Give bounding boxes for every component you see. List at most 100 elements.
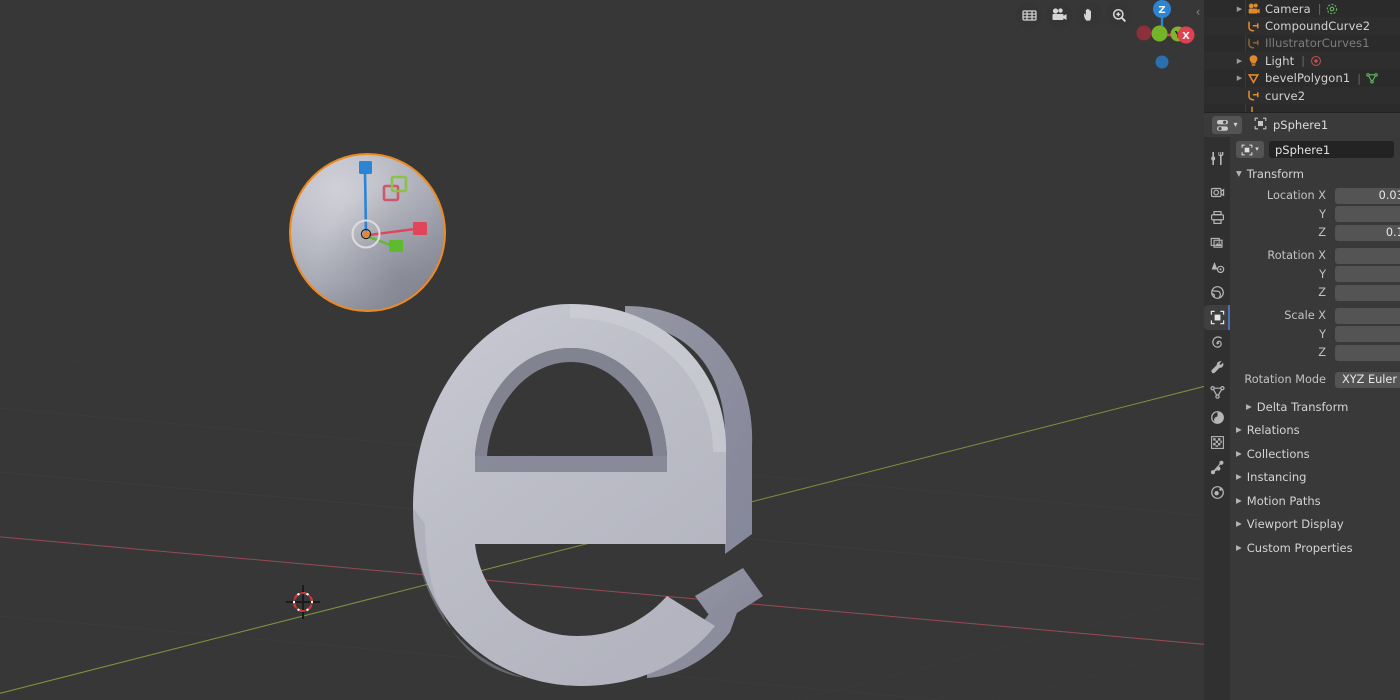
rotation-value-input[interactable]: 0 bbox=[1335, 284, 1400, 301]
letter-e-object[interactable] bbox=[395, 296, 765, 696]
panel-label-delta-transform: Delta Transform bbox=[1256, 399, 1349, 414]
light-icon bbox=[1245, 54, 1261, 67]
triangle-down-icon: ▼ bbox=[1236, 168, 1242, 178]
mesh-data-icon[interactable] bbox=[1366, 72, 1378, 84]
panel-header-viewport-display[interactable]: ▶ Viewport Display bbox=[1230, 515, 1400, 534]
object-name-input[interactable]: pSphere1 bbox=[1269, 141, 1394, 158]
outliner-row[interactable]: IllustratorCurves1 bbox=[1204, 35, 1400, 52]
panel-label-transform: Transform bbox=[1246, 166, 1304, 181]
outliner-separator: | bbox=[1317, 2, 1322, 16]
toggle-xray-icon[interactable] bbox=[1016, 2, 1042, 28]
outliner-row[interactable]: ▶ Camera | bbox=[1204, 0, 1400, 17]
physics-mesh-tab[interactable] bbox=[1204, 380, 1230, 405]
expand-triangle-icon[interactable]: ▶ bbox=[1234, 5, 1245, 13]
location-value-input[interactable]: 0.16 bbox=[1335, 224, 1400, 241]
scale-value-input[interactable]: 0. bbox=[1335, 307, 1400, 324]
data-nodes-tab[interactable] bbox=[1204, 455, 1230, 480]
scale-row[interactable]: Scale X 0. bbox=[1230, 307, 1400, 324]
panel-header-motion-paths[interactable]: ▶ Motion Paths bbox=[1230, 491, 1400, 510]
mesh-tri-icon bbox=[1245, 72, 1261, 85]
curve-icon bbox=[1245, 37, 1261, 50]
physics-orbit-tab[interactable] bbox=[1204, 480, 1230, 505]
texture-checker-tab[interactable] bbox=[1204, 430, 1230, 455]
rotation-row[interactable]: Z0 bbox=[1230, 284, 1400, 301]
tool-tab[interactable] bbox=[1204, 146, 1230, 171]
location-row[interactable]: Z 0.16 bbox=[1230, 224, 1400, 241]
output-printer-tab[interactable] bbox=[1204, 205, 1230, 230]
expand-triangle-icon[interactable]: ▶ bbox=[1234, 57, 1245, 65]
object-properties-tab[interactable] bbox=[1204, 305, 1230, 330]
scale-label: Scale X bbox=[1284, 309, 1326, 322]
location-label: Location X bbox=[1266, 189, 1326, 202]
rotation-value-input[interactable]: - bbox=[1335, 266, 1400, 282]
panel-header-delta-transform[interactable]: ▶ Delta Transform bbox=[1230, 397, 1400, 416]
cursor-ring-red bbox=[288, 587, 318, 617]
expand-triangle-icon[interactable]: ▶ bbox=[1234, 74, 1245, 82]
outliner-row[interactable]: CompoundCurve2 bbox=[1204, 17, 1400, 35]
rotation-mode-row[interactable]: Rotation Mode XYZ Euler bbox=[1230, 371, 1400, 388]
panel-header-instancing[interactable]: ▶ Instancing bbox=[1230, 468, 1400, 487]
rotation-label: Z bbox=[1318, 286, 1326, 299]
scene-tab[interactable] bbox=[1204, 255, 1230, 280]
outliner-row[interactable]: curve2 bbox=[1204, 86, 1400, 105]
material-tab[interactable] bbox=[1204, 405, 1230, 430]
location-row[interactable]: Location X 0.038 bbox=[1230, 187, 1400, 204]
panel-header-custom-properties[interactable]: ▶ Custom Properties bbox=[1230, 538, 1400, 557]
svg-text:X: X bbox=[1182, 31, 1190, 42]
properties-editor-icon[interactable]: ▾ bbox=[1212, 116, 1242, 134]
location-label: Y bbox=[1319, 207, 1326, 221]
pan-view-icon[interactable] bbox=[1076, 2, 1102, 28]
outliner-item-label: CompoundCurve2 bbox=[1265, 19, 1371, 34]
scale-row[interactable]: Z 0. bbox=[1230, 344, 1400, 361]
location-value-input[interactable]: 0 bbox=[1335, 206, 1400, 222]
svg-text:Z: Z bbox=[1158, 5, 1165, 16]
light-data-icon[interactable] bbox=[1310, 55, 1322, 67]
rotation-mode-label: Rotation Mode bbox=[1244, 373, 1326, 386]
outliner-editor[interactable]: ▶ Camera | CompoundCurve2 IllustratorCurves1… bbox=[1204, 0, 1400, 112]
camera-data-icon[interactable] bbox=[1326, 3, 1338, 15]
modifiers-tab[interactable] bbox=[1204, 330, 1230, 355]
navigation-gizmo[interactable]: Y Z X bbox=[1122, 0, 1196, 80]
outliner-item-label: Camera bbox=[1265, 1, 1311, 16]
nav-ball-neg-x bbox=[1151, 25, 1168, 42]
properties-editor-body[interactable]: ▾ pSphere1 ▼ Transform Location X0.038Y0… bbox=[1230, 137, 1400, 700]
location-value-input[interactable]: 0.038 bbox=[1335, 187, 1400, 204]
view-layer-images-tab[interactable] bbox=[1204, 230, 1230, 255]
world-globe-tab[interactable] bbox=[1204, 280, 1230, 305]
outliner-item-label: IllustratorCurves1 bbox=[1265, 36, 1370, 51]
right-panel-column: ▶ Camera | CompoundCurve2 IllustratorCurves1… bbox=[1204, 0, 1400, 700]
camera-view-icon[interactable] bbox=[1046, 2, 1072, 28]
scale-value-input[interactable]: 0. bbox=[1335, 344, 1400, 361]
panel-label-viewport-display: Viewport Display bbox=[1246, 517, 1344, 531]
object-icon[interactable]: ▾ bbox=[1236, 141, 1264, 158]
properties-tab-column[interactable] bbox=[1204, 137, 1230, 700]
curve-icon bbox=[1245, 20, 1261, 33]
rotation-row[interactable]: Y- bbox=[1230, 266, 1400, 283]
scale-value-input[interactable]: 0. bbox=[1335, 326, 1400, 342]
scale-row[interactable]: Y 0. bbox=[1230, 326, 1400, 343]
rotation-row[interactable]: Rotation X 9 bbox=[1230, 247, 1400, 264]
curve-icon bbox=[1245, 89, 1261, 102]
outliner-row[interactable]: ▶ Light | bbox=[1204, 52, 1400, 70]
triangle-right-icon: ▶ bbox=[1236, 425, 1242, 435]
outliner-row-partial[interactable] bbox=[1204, 104, 1400, 112]
sphere-object[interactable] bbox=[289, 153, 446, 312]
panel-header-relations[interactable]: ▶ Relations bbox=[1230, 421, 1400, 440]
location-row[interactable]: Y0 bbox=[1230, 206, 1400, 223]
sidebar-collapse-arrow[interactable]: ‹ bbox=[1193, 4, 1203, 20]
render-camera-tab[interactable] bbox=[1204, 180, 1230, 205]
chevron-down-icon: ▾ bbox=[1255, 145, 1259, 153]
triangle-right-icon: ▶ bbox=[1236, 542, 1242, 552]
panel-header-transform[interactable]: ▼ Transform bbox=[1230, 164, 1400, 183]
grid-line bbox=[760, 537, 1204, 700]
3d-viewport[interactable]: Y Z X ‹ bbox=[0, 0, 1204, 700]
outliner-row[interactable]: ▶ bevelPolygon1 | bbox=[1204, 70, 1400, 87]
panel-header-collections[interactable]: ▶ Collections bbox=[1230, 444, 1400, 463]
particles-wrench-tab[interactable] bbox=[1204, 355, 1230, 380]
rotation-label: Y bbox=[1319, 267, 1326, 281]
rotation-mode-dropdown[interactable]: XYZ Euler bbox=[1335, 371, 1400, 388]
object-id-row[interactable]: ▾ pSphere1 bbox=[1230, 137, 1400, 162]
outliner-item-label: curve2 bbox=[1265, 88, 1306, 103]
sphere-shading bbox=[291, 155, 444, 310]
rotation-value-input[interactable]: 9 bbox=[1335, 247, 1400, 264]
